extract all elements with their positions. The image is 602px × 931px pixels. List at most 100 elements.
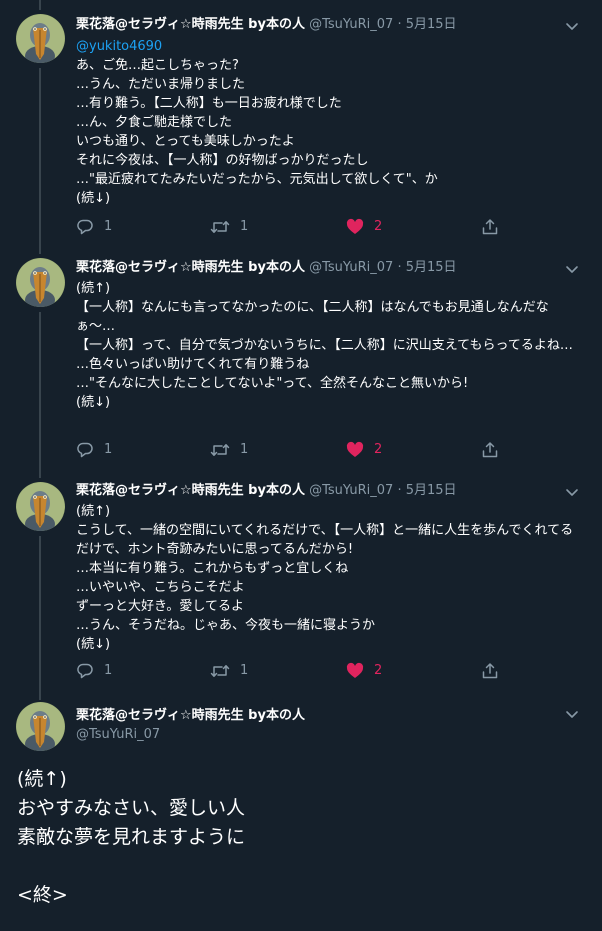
tweet-line: 素敵な夢を見れますように <box>17 826 246 848</box>
share-button[interactable] <box>481 440 499 460</box>
tweet-line: おやすみなさい、愛しい人 <box>17 797 246 819</box>
focused-tweet[interactable]: 栗花落@セラヴィ☆時雨先生 by本の人 @TsuYuRi_07 (続↑) おやす… <box>0 698 602 931</box>
retweet-count: 1 <box>240 442 249 457</box>
author-handle[interactable]: @TsuYuRi_07 <box>309 260 393 275</box>
heart-icon <box>346 218 364 234</box>
like-count: 2 <box>374 663 383 678</box>
shoebill-avatar-image <box>16 482 65 531</box>
tweet-line: …"最近疲れてたみたいだったから、元気出して欲しくて"、か <box>76 172 438 187</box>
author-name[interactable]: 栗花落@セラヴィ☆時雨先生 by本の人 <box>76 260 305 275</box>
like-button[interactable]: 2 <box>346 217 382 237</box>
reply-button[interactable]: 1 <box>76 217 112 237</box>
share-icon <box>482 442 498 458</box>
tweet-line: …いやいや、こちらこそだよ <box>76 580 245 595</box>
retweet-icon <box>210 221 230 233</box>
tweet[interactable]: 栗花落@セラヴィ☆時雨先生 by本の人 @TsuYuRi_07 · 5月15日 … <box>0 0 602 250</box>
reply-icon <box>77 442 93 458</box>
heart-icon <box>346 662 364 678</box>
tweet-actions: 1 1 2 <box>76 661 516 681</box>
tweet-line: …うん、そうだね。じゃあ、今夜も一緒に寝ようか <box>76 618 376 633</box>
tweet-line: <終> <box>17 884 68 906</box>
author-name[interactable]: 栗花落@セラヴィ☆時雨先生 by本の人 <box>76 17 305 32</box>
tweet-line: ずーっと大好き。愛してるよ <box>76 599 244 614</box>
share-button[interactable] <box>481 217 499 237</box>
tweet-line: いつも通り、とっても美味しかったよ <box>76 134 295 149</box>
tweet-line: 【一人称】って、自分で気づかないうちに、【二人称】に沢山支えてもらってるよね… <box>76 338 573 353</box>
like-count: 2 <box>374 219 383 234</box>
tweet-line: (続↓) <box>76 395 111 410</box>
reply-count: 1 <box>104 442 113 457</box>
separator-dot: · <box>397 17 402 32</box>
like-button[interactable]: 2 <box>346 661 382 681</box>
tweet-header: 栗花落@セラヴィ☆時雨先生 by本の人 @TsuYuRi_07 · 5月15日 <box>76 482 457 499</box>
retweet-button[interactable]: 1 <box>210 217 248 237</box>
tweet-text: (続↑) こうして、一緒の空間にいてくれるだけで、【一人称】と一緒に人生を歩んで… <box>76 502 582 654</box>
tweet-line: (続↓) <box>76 191 111 206</box>
like-count: 2 <box>374 442 383 457</box>
tweet-line: (続↑) <box>76 281 111 296</box>
separator-dot: · <box>397 260 402 275</box>
tweet-line: …ん、夕食ご馳走様でした <box>76 115 233 130</box>
chevron-down-icon[interactable] <box>564 18 580 34</box>
separator-dot: · <box>397 483 402 498</box>
tweet-line: 【一人称】なんにも言ってなかったのに、【二人称】はなんでもお見通しなんだなぁ〜… <box>76 300 549 334</box>
tweet-actions: 1 1 2 <box>76 440 516 460</box>
tweet-text: @yukito4690 あ、ご免…起こしちゃった? …うん、ただいま帰りました … <box>76 37 582 208</box>
tweet[interactable]: 栗花落@セラヴィ☆時雨先生 by本の人 @TsuYuRi_07 · 5月15日 … <box>0 474 602 698</box>
tweet-text: (続↑) 【一人称】なんにも言ってなかったのに、【二人称】はなんでもお見通しなん… <box>76 279 582 412</box>
retweet-icon <box>210 444 230 456</box>
avatar[interactable] <box>16 702 65 751</box>
tweet-line: …色々いっぱい助けてくれて有り難うね <box>76 357 310 372</box>
tweet[interactable]: 栗花落@セラヴィ☆時雨先生 by本の人 @TsuYuRi_07 · 5月15日 … <box>0 250 602 474</box>
share-icon <box>482 219 498 235</box>
retweet-count: 1 <box>240 219 249 234</box>
retweet-button[interactable]: 1 <box>210 661 248 681</box>
author-name[interactable]: 栗花落@セラヴィ☆時雨先生 by本の人 <box>76 707 305 724</box>
shoebill-avatar-image <box>16 258 65 307</box>
shoebill-avatar-image <box>16 14 65 63</box>
tweet-line: …"そんなに大したことしてないよ"って、全然そんなこと無いから! <box>76 376 469 391</box>
tweet-line: (続↑) <box>17 768 67 790</box>
shoebill-avatar-image <box>16 702 65 751</box>
tweet-line: …うん、ただいま帰りました <box>76 77 246 92</box>
author-name[interactable]: 栗花落@セラヴィ☆時雨先生 by本の人 <box>76 483 305 498</box>
chevron-down-icon[interactable] <box>564 261 580 277</box>
retweet-button[interactable]: 1 <box>210 440 248 460</box>
tweet-text: (続↑) おやすみなさい、愛しい人 素敵な夢を見れますように <終> <box>17 765 245 910</box>
reply-icon <box>77 219 93 235</box>
reply-icon <box>77 663 93 679</box>
tweet-header: 栗花落@セラヴィ☆時雨先生 by本の人 @TsuYuRi_07 · 5月15日 <box>76 259 457 276</box>
tweet-date[interactable]: 5月15日 <box>406 483 457 498</box>
reply-button[interactable]: 1 <box>76 661 112 681</box>
avatar[interactable] <box>16 482 65 531</box>
tweet-line <box>17 852 245 881</box>
chevron-down-icon[interactable] <box>564 706 580 722</box>
mention-link[interactable]: @yukito4690 <box>76 37 582 56</box>
author-handle[interactable]: @TsuYuRi_07 <box>76 726 160 743</box>
tweet-actions: 1 1 2 <box>76 217 516 237</box>
share-icon <box>482 663 498 679</box>
author-handle[interactable]: @TsuYuRi_07 <box>309 483 393 498</box>
tweet-date[interactable]: 5月15日 <box>406 260 457 275</box>
retweet-icon <box>210 665 230 677</box>
tweet-line: こうして、一緒の空間にいてくれるだけで、【一人称】と一緒に人生を歩んでくれてるだ… <box>76 523 574 557</box>
tweet-line: あ、ご免…起こしちゃった? <box>76 58 239 73</box>
tweet-line: …本当に有り難う。これからもずっと宜しくね <box>76 561 349 576</box>
like-button[interactable]: 2 <box>346 440 382 460</box>
chevron-down-icon[interactable] <box>564 484 580 500</box>
avatar[interactable] <box>16 258 65 307</box>
share-button[interactable] <box>481 661 499 681</box>
avatar[interactable] <box>16 14 65 63</box>
tweet-date[interactable]: 5月15日 <box>406 17 457 32</box>
tweet-line: …有り難う。【二人称】も一日お疲れ様でした <box>76 96 342 111</box>
retweet-count: 1 <box>240 663 249 678</box>
reply-count: 1 <box>104 219 113 234</box>
tweet-line: (続↓) <box>76 637 111 652</box>
tweet-line: それに今夜は、【一人称】の好物ばっかりだったし <box>76 153 369 168</box>
heart-icon <box>346 441 364 457</box>
reply-count: 1 <box>104 663 113 678</box>
tweet-header: 栗花落@セラヴィ☆時雨先生 by本の人 @TsuYuRi_07 · 5月15日 <box>76 16 457 33</box>
author-handle[interactable]: @TsuYuRi_07 <box>309 17 393 32</box>
tweet-line: (続↑) <box>76 504 111 519</box>
reply-button[interactable]: 1 <box>76 440 112 460</box>
